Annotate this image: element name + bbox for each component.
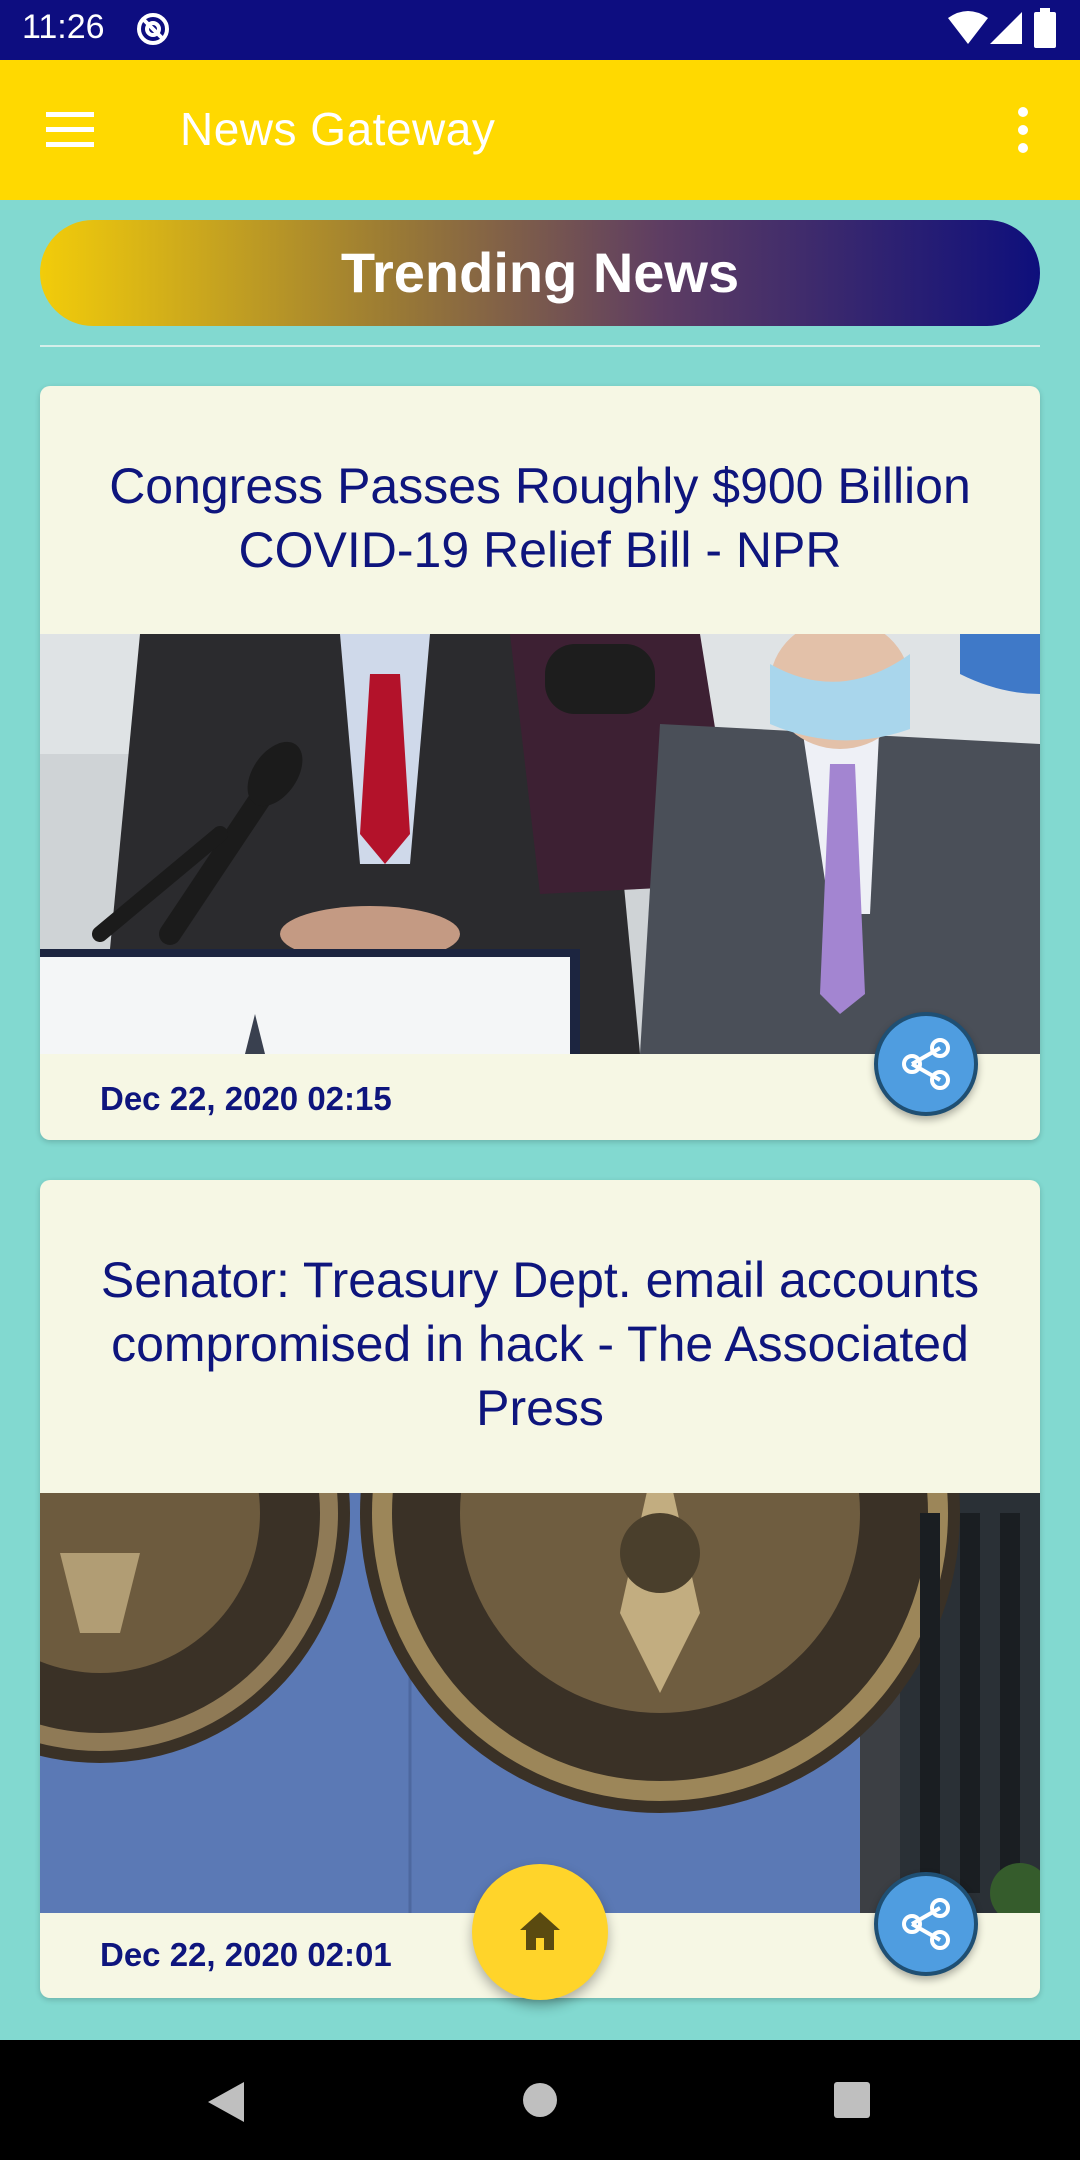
cell-signal-icon xyxy=(990,12,1022,44)
news-image[interactable] xyxy=(40,634,1040,1054)
status-bar: 11:26 xyxy=(0,0,1080,60)
share-button[interactable] xyxy=(874,1872,978,1976)
status-time: 11:26 xyxy=(22,8,105,46)
back-icon[interactable] xyxy=(206,2080,246,2124)
app-bar: News Gateway xyxy=(0,60,1080,200)
home-icon xyxy=(520,1912,560,1950)
news-date: Dec 22, 2020 02:15 xyxy=(100,1080,392,1117)
system-nav-bar xyxy=(0,2040,1080,2160)
recents-icon[interactable] xyxy=(834,2082,870,2118)
news-date: Dec 22, 2020 02:01 xyxy=(100,1936,392,1973)
wifi-icon xyxy=(948,11,988,44)
app-title: News Gateway xyxy=(180,103,496,155)
more-vert-icon[interactable] xyxy=(1014,106,1032,154)
share-icon xyxy=(902,1038,950,1090)
battery-icon xyxy=(1034,8,1056,48)
menu-icon[interactable] xyxy=(46,112,94,148)
home-fab-button[interactable] xyxy=(472,1864,608,2000)
share-icon xyxy=(902,1898,950,1950)
news-headline[interactable]: Senator: Treasury Dept. email accounts c… xyxy=(80,1248,1000,1440)
section-title-pill: Trending News xyxy=(40,220,1040,326)
section-divider xyxy=(40,345,1040,347)
home-nav-icon[interactable] xyxy=(522,2082,558,2118)
news-headline[interactable]: Congress Passes Roughly $900 Billion COV… xyxy=(80,454,1000,582)
news-image[interactable] xyxy=(40,1493,1040,1913)
share-button[interactable] xyxy=(874,1012,978,1116)
do-not-disturb-icon xyxy=(137,13,169,45)
